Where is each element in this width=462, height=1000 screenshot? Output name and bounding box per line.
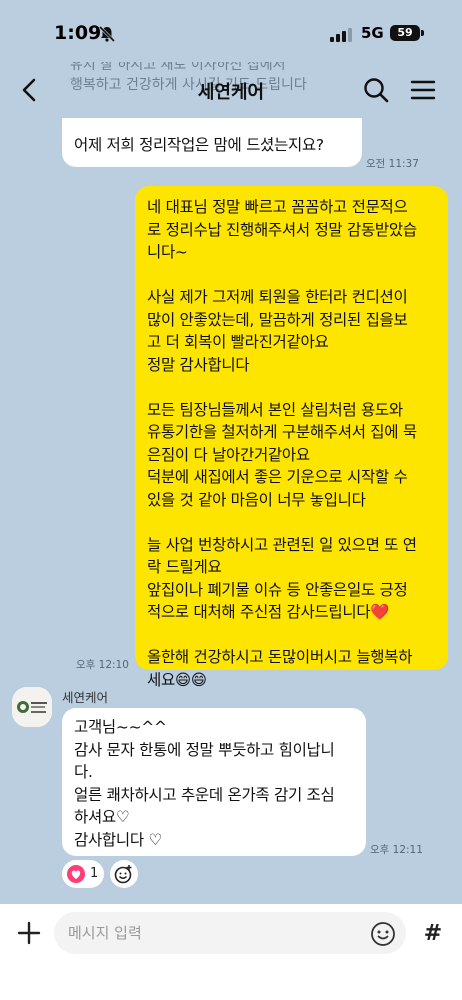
chat-title: 세연케어 [197, 82, 265, 103]
search-icon[interactable] [362, 76, 390, 104]
battery-icon: 59 [390, 25, 420, 41]
bell-off-icon [98, 25, 116, 43]
message-input[interactable] [54, 912, 406, 954]
heart-icon [67, 865, 85, 883]
reaction-badge[interactable]: 1 [62, 860, 104, 888]
message-time: 오후 12:10 [76, 659, 129, 671]
emoji-icon[interactable] [370, 921, 396, 947]
message-bubble[interactable]: 어제 저희 정리작업은 맘에 드셨는지요? [62, 118, 362, 167]
hash-icon[interactable]: # [418, 919, 448, 949]
signal-icon [330, 28, 352, 42]
plus-icon[interactable] [16, 920, 42, 946]
chat-header: 유지 잘 하시고 새로 이사하신 집에서 행복하고 건강하게 사시길 기도 드립… [0, 57, 462, 118]
message-time: 오전 11:37 [366, 158, 419, 170]
message-input-bar: # [0, 904, 462, 1000]
sender-name: 세연케어 [62, 690, 109, 705]
status-bar: 1:09 5G 59 [0, 0, 462, 62]
status-time: 1:09 [54, 22, 102, 44]
reaction-count: 1 [90, 866, 99, 881]
network-label: 5G [361, 24, 384, 42]
message-bubble-other[interactable]: 고객님~~^^ 감사 문자 한통에 정말 뿌듯하고 힘이납니 다. 얼른 쾌차하… [62, 708, 366, 856]
company-logo-icon [12, 687, 52, 727]
message-bubble-mine[interactable]: 네 대표님 정말 빠르고 꼼꼼하고 전문적으 로 정리수납 진행해주셔서 정말 … [135, 186, 448, 689]
message-time: 오후 12:11 [370, 844, 423, 856]
menu-icon[interactable] [410, 77, 436, 103]
add-reaction-button[interactable] [110, 860, 138, 888]
smiley-plus-icon [114, 865, 132, 884]
battery-tip [421, 30, 424, 36]
avatar[interactable] [12, 687, 52, 727]
